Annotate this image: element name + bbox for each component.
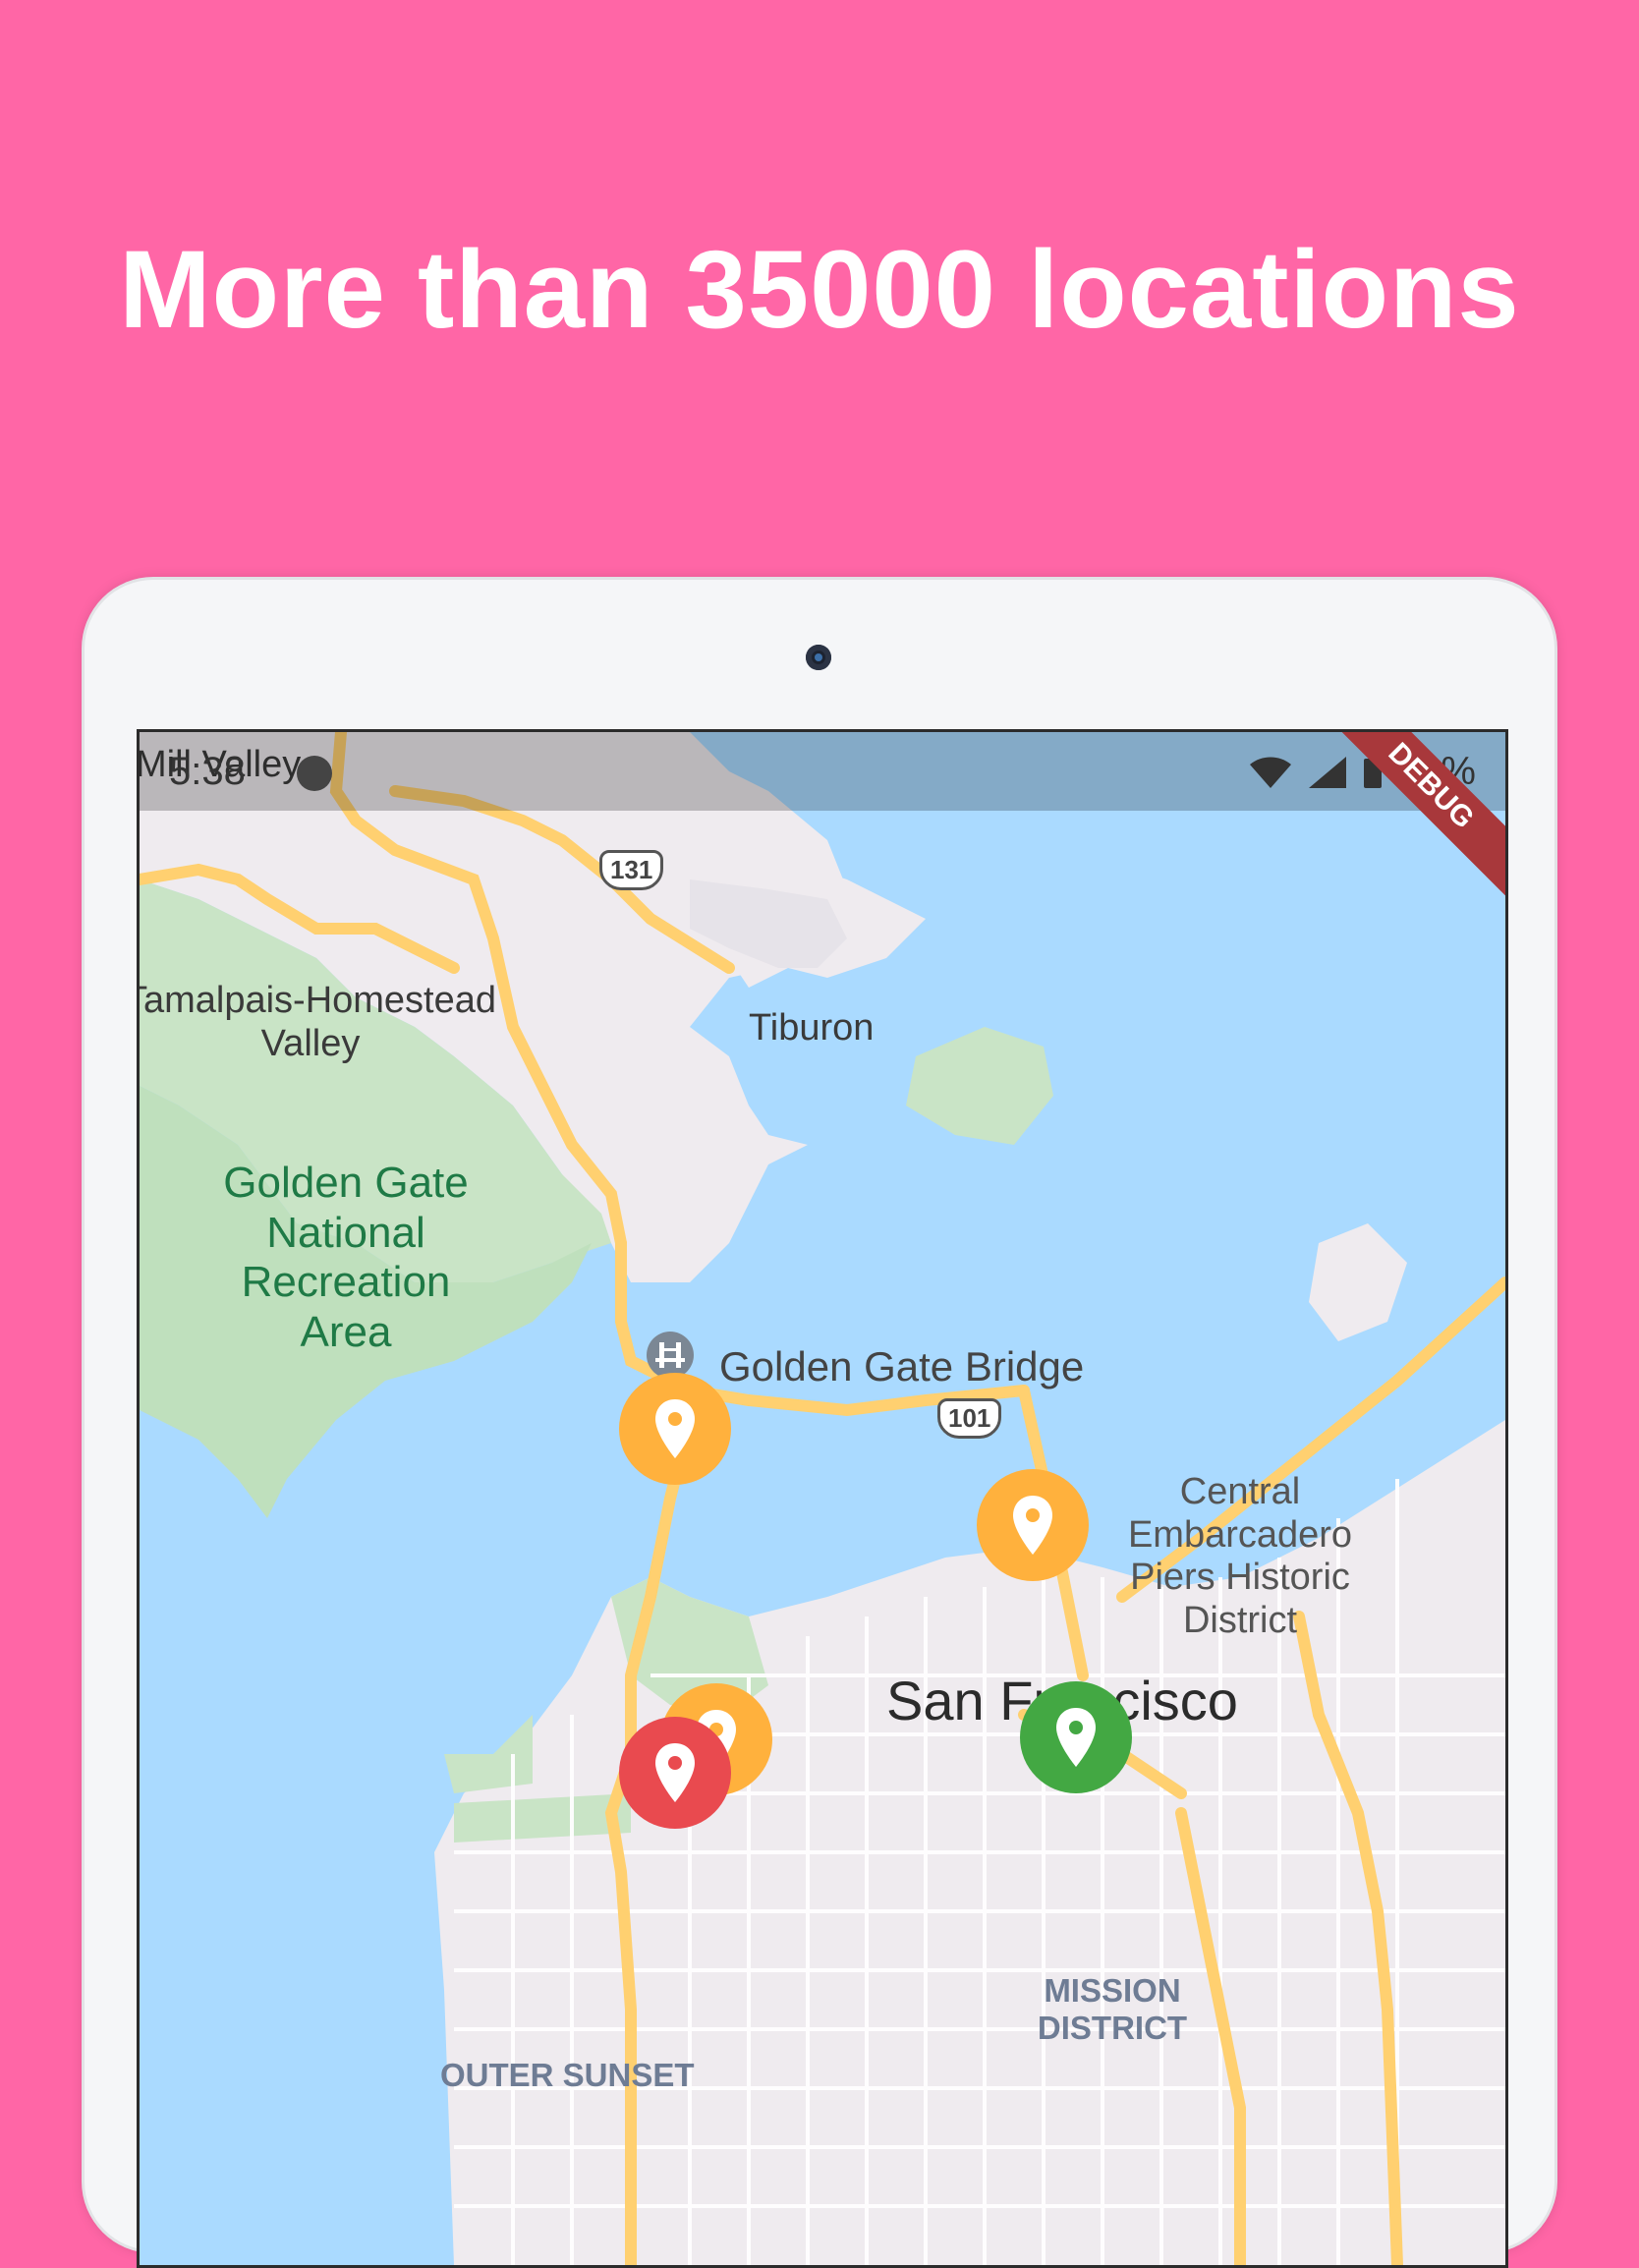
signal-icon xyxy=(1308,756,1346,788)
bridge-icon xyxy=(647,1332,694,1379)
pin-icon xyxy=(655,1743,695,1802)
pin-icon xyxy=(1056,1708,1096,1767)
town-label-tamalpais: Tamalpais-Homestead Valley xyxy=(137,980,497,1064)
app-screen: Mill Valley Tamalpais-Homestead Valley T… xyxy=(137,729,1508,2268)
pin-icon xyxy=(655,1399,695,1458)
route-shield-131: 131 xyxy=(599,850,664,890)
location-marker-green[interactable] xyxy=(1020,1681,1132,1793)
status-time: 5:38 xyxy=(169,750,246,793)
landmark-label-embarcadero: Central Embarcadero Piers Historic Distr… xyxy=(1127,1471,1353,1642)
wifi-icon xyxy=(1249,757,1291,788)
town-label-tiburon: Tiburon xyxy=(749,1007,875,1049)
status-bar: 5:38 88% xyxy=(140,732,1505,811)
camera-icon xyxy=(806,645,831,670)
location-marker-orange[interactable] xyxy=(619,1373,731,1485)
route-shield-101: 101 xyxy=(937,1398,1002,1439)
data-saver-icon xyxy=(297,756,332,791)
district-label-outer-sunset: OUTER SUNSET xyxy=(440,2057,695,2093)
park-label-ggnra: Golden Gate National Recreation Area xyxy=(223,1159,469,1356)
landmark-label-golden-gate-bridge: Golden Gate Bridge xyxy=(719,1343,1085,1389)
location-marker-orange[interactable] xyxy=(977,1469,1089,1581)
tablet-frame: Mill Valley Tamalpais-Homestead Valley T… xyxy=(85,580,1554,2268)
pin-icon xyxy=(1013,1496,1052,1555)
headline: More than 35000 locations xyxy=(119,228,1520,351)
district-label-mission: MISSION DISTRICT xyxy=(1037,1972,1188,2046)
location-marker-red[interactable] xyxy=(619,1717,731,1829)
